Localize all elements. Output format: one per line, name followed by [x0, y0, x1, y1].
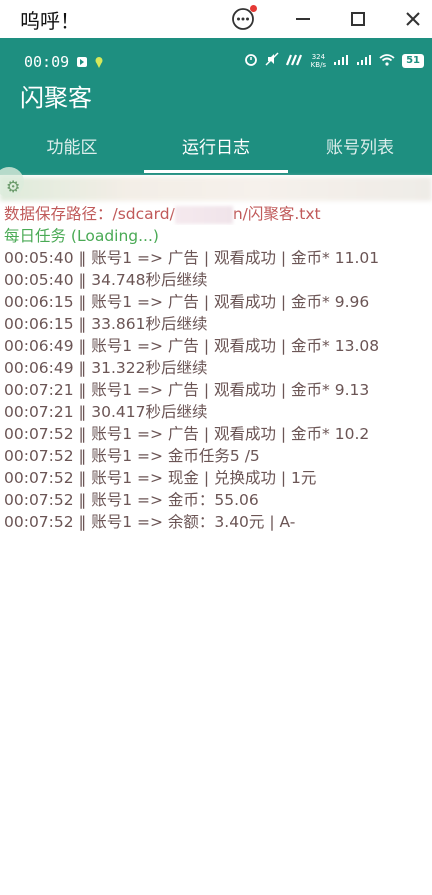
notification-dot [250, 5, 257, 12]
carrier-logo-icon [285, 51, 304, 70]
log-line: 00:06:49 ‖ 账号1 => 广告 | 观看成功 | 金币* 13.08 [4, 337, 380, 355]
close-button[interactable] [398, 4, 428, 34]
signal-icon-2 [356, 51, 372, 70]
save-path-line: 数据保存路径：/sdcard/n/闪聚客.txt [4, 205, 321, 224]
wifi-icon [379, 51, 395, 70]
menu-button[interactable] [228, 4, 258, 34]
maximize-button[interactable] [343, 4, 373, 34]
daily-task-line: 每日任务 (Loading...) [4, 227, 159, 245]
location-icon [94, 53, 104, 72]
tab-bar: 功能区 运行日志 账号列表 [0, 128, 432, 175]
tab-run-log[interactable]: 运行日志 [144, 128, 288, 175]
status-left-icons [76, 53, 104, 72]
status-right-icons: 324 KB/s 51 [244, 51, 424, 70]
tab-functions[interactable]: 功能区 [0, 128, 144, 175]
log-line: 00:06:15 ‖ 33.861秒后继续 [4, 315, 208, 333]
maximize-icon [348, 9, 368, 29]
log-panel: ⚙ 数据保存路径：/sdcard/n/闪聚客.txt 每日任务 (Loading… [0, 167, 432, 895]
alarm-icon [244, 51, 258, 70]
app-header: 00:09 324 KB/s 51 闪聚客 功能区 运行日志 账号列表 [0, 38, 432, 175]
log-line: 00:07:21 ‖ 30.417秒后继续 [4, 403, 208, 421]
log-line: 00:07:52 ‖ 账号1 => 金币任务5 /5 [4, 447, 260, 465]
log-line: 00:07:52 ‖ 账号1 => 现金 | 兑换成功 | 1元 [4, 469, 317, 487]
status-time: 00:09 [24, 53, 70, 71]
log-line: 00:05:40 ‖ 34.748秒后继续 [4, 271, 208, 289]
log-line: 00:06:49 ‖ 31.322秒后继续 [4, 359, 208, 377]
log-line: 00:06:15 ‖ 账号1 => 广告 | 观看成功 | 金币* 9.96 [4, 293, 370, 311]
window-title: 呜呼！ [20, 9, 80, 33]
minimize-icon [293, 9, 313, 29]
signal-icon-1 [333, 51, 349, 70]
mute-icon [265, 51, 279, 70]
log-line: 00:07:52 ‖ 账号1 => 广告 | 观看成功 | 金币* 10.2 [4, 425, 370, 443]
redacted-text [174, 205, 233, 224]
log-line: 00:07:52 ‖ 账号1 => 金币：55.06 [4, 491, 259, 509]
network-speed: 324 KB/s [310, 52, 327, 69]
blurred-redaction [0, 177, 432, 201]
log-lines: 数据保存路径：/sdcard/n/闪聚客.txt 每日任务 (Loading..… [4, 203, 428, 533]
app-title: 闪聚客 [20, 84, 92, 112]
floating-gear-icon: ⚙ [6, 177, 21, 196]
log-line: 00:05:40 ‖ 账号1 => 广告 | 观看成功 | 金币* 11.01 [4, 249, 380, 267]
log-line: 00:07:21 ‖ 账号1 => 广告 | 观看成功 | 金币* 9.13 [4, 381, 370, 399]
window-title-bar: 呜呼！ [0, 0, 432, 38]
log-line: 00:07:52 ‖ 账号1 => 余额：3.40元 | A- [4, 513, 296, 531]
tab-account-list[interactable]: 账号列表 [288, 128, 432, 175]
battery-level: 51 [402, 53, 424, 68]
minimize-button[interactable] [288, 4, 318, 34]
app-notification-icon [76, 53, 88, 72]
close-icon [403, 9, 423, 29]
